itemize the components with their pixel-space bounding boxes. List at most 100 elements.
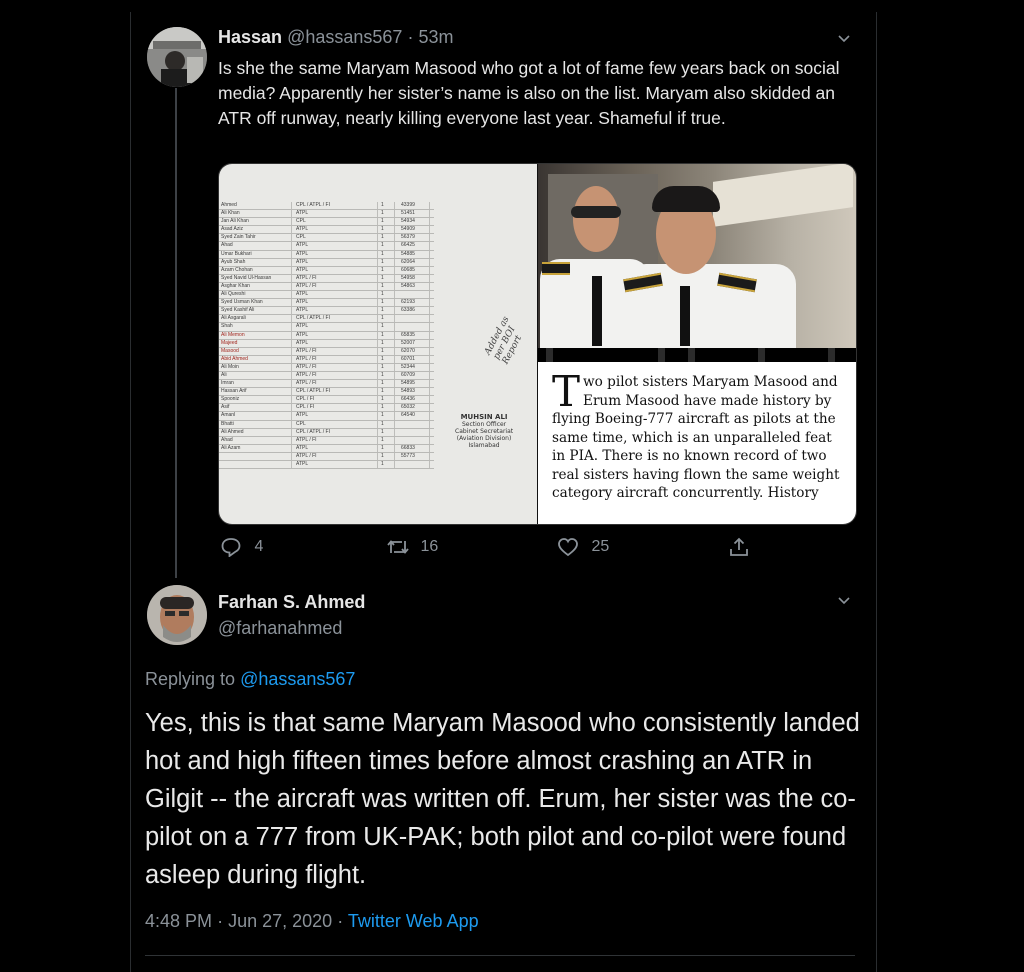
share-icon[interactable] xyxy=(728,537,750,557)
reply-icon[interactable] xyxy=(220,537,242,557)
document-cell: 66436 xyxy=(401,396,415,403)
tweet-media-grid[interactable]: Ahmed CPL / ATPL / FI 1 43399 Ali Khan ATPL 1 5… xyxy=(218,163,857,525)
document-image[interactable]: Ahmed CPL / ATPL / FI 1 43399 Ali Khan ATPL 1 5… xyxy=(219,164,537,524)
document-row: Majeed ATPL 1 52007 xyxy=(219,339,434,348)
clipping-top-strip xyxy=(538,348,856,362)
document-cell: 1 xyxy=(381,452,384,459)
document-column-rule xyxy=(291,291,292,299)
document-column-rule xyxy=(377,202,378,210)
document-cell: Syed Kashif Ali xyxy=(221,307,255,314)
document-row: Ali ATPL / FI 1 60709 xyxy=(219,371,434,381)
document-cell: 52344 xyxy=(401,363,415,370)
document-cell: Asad Aziz xyxy=(221,226,243,233)
like-action[interactable]: 25 xyxy=(557,537,609,557)
document-row: Ali Moin ATPL / FI 1 52344 xyxy=(219,363,434,372)
hassan-avatar[interactable] xyxy=(147,27,207,87)
document-row: Umar Bukhari ATPL 1 54885 xyxy=(219,250,434,259)
retweet-icon[interactable] xyxy=(386,537,410,557)
document-column-rule xyxy=(377,242,378,250)
document-column-rule xyxy=(377,404,378,412)
document-cell: ATPL xyxy=(296,266,309,273)
pilots-photo[interactable] xyxy=(538,164,856,349)
document-column-rule xyxy=(429,226,430,234)
retweet-action[interactable]: 16 xyxy=(386,537,438,557)
reply-author-name[interactable]: Farhan S. Ahmed xyxy=(218,592,365,613)
document-cell: Syed Usman Khan xyxy=(221,299,263,306)
document-column-rule xyxy=(394,461,395,469)
document-column-rule xyxy=(377,226,378,234)
document-column-rule xyxy=(394,266,395,274)
document-column-rule xyxy=(429,371,430,380)
document-column-rule xyxy=(429,234,430,242)
document-column-rule xyxy=(291,420,292,428)
document-cell: ATPL / FI xyxy=(296,355,317,362)
document-column-rule xyxy=(429,218,430,226)
reply-tweet-text: Yes, this is that same Maryam Masood who… xyxy=(145,709,860,889)
document-cell: ATPL xyxy=(296,331,309,338)
thread-connector-line xyxy=(175,88,177,578)
document-column-rule xyxy=(377,210,378,218)
document-column-rule xyxy=(429,339,430,347)
document-cell: 62064 xyxy=(401,258,415,265)
document-row: Ali Qureshi ATPL 1 xyxy=(219,291,434,300)
document-row: Spooniz CPL / FI 1 66436 xyxy=(219,396,434,405)
document-column-rule xyxy=(429,412,430,420)
author-name[interactable]: Hassan xyxy=(218,27,282,47)
pilot-right-tie xyxy=(680,286,690,346)
document-cell: 1 xyxy=(381,315,384,322)
document-column-rule xyxy=(377,258,378,266)
stamp-line: Section Officer xyxy=(461,421,507,428)
document-cell: 64540 xyxy=(401,412,415,419)
author-name[interactable]: Farhan S. Ahmed xyxy=(218,592,365,612)
document-column-rule xyxy=(429,258,430,266)
document-column-rule xyxy=(377,388,378,396)
tweet-date[interactable]: Jun 27, 2020 xyxy=(228,911,332,931)
document-column-rule xyxy=(429,210,430,218)
tweet-timestamp[interactable]: 4:48 PM xyxy=(145,911,212,931)
document-cell: CPL / FI xyxy=(296,404,315,411)
document-column-rule xyxy=(291,428,292,436)
chevron-down-icon[interactable] xyxy=(836,592,852,608)
document-column-rule xyxy=(429,380,430,388)
clipping-dropcap: T xyxy=(552,367,581,416)
document-column-rule xyxy=(377,347,378,355)
reply-action[interactable]: 4 xyxy=(220,537,263,557)
document-cell: Azam Chohan xyxy=(221,266,253,273)
heart-icon[interactable] xyxy=(557,537,579,557)
replying-handle-link[interactable]: @hassans567 xyxy=(240,669,355,689)
document-column-rule xyxy=(429,331,430,339)
document-cell: Ali Asgarali xyxy=(221,315,246,322)
document-cell: Ali Moin xyxy=(221,363,239,370)
document-column-rule xyxy=(394,428,395,436)
document-cell: 1 xyxy=(381,380,384,387)
reply-author-handle[interactable]: @farhanahmed xyxy=(218,618,342,639)
document-cell: Syed Navid Ul-Hassan xyxy=(221,274,272,281)
document-cell: 1 xyxy=(381,388,384,395)
document-column-rule xyxy=(429,250,430,258)
document-column-rule xyxy=(394,396,395,404)
newspaper-clipping[interactable]: Two pilot sisters Maryam Masood and Erum… xyxy=(538,348,856,524)
author-handle[interactable]: @hassans567 xyxy=(287,27,402,47)
farhan-avatar[interactable] xyxy=(147,585,207,645)
document-column-rule xyxy=(429,266,430,274)
document-cell: 60709 xyxy=(401,371,415,378)
document-column-rule xyxy=(291,266,292,274)
document-cell: 66425 xyxy=(401,242,415,249)
document-cell: 55773 xyxy=(401,452,415,459)
document-column-rule xyxy=(291,315,292,323)
tweet-source-link[interactable]: Twitter Web App xyxy=(348,911,479,931)
document-column-rule xyxy=(291,226,292,234)
document-cell: ATPL xyxy=(296,323,309,330)
chevron-down-icon[interactable] xyxy=(836,30,852,46)
document-column-rule xyxy=(394,371,395,380)
pilot-right-hair xyxy=(652,186,720,212)
document-row: Amanl ATPL 1 64540 xyxy=(219,412,434,421)
document-column-rule xyxy=(394,444,395,452)
document-column-rule xyxy=(377,355,378,363)
document-cell: Shah xyxy=(221,323,233,330)
document-column-rule xyxy=(377,412,378,420)
document-cell: Ahmed xyxy=(221,202,237,208)
tweet-time[interactable]: 53m xyxy=(418,27,453,47)
replying-to: Replying to @hassans567 xyxy=(145,669,355,690)
document-cell: Ahad xyxy=(221,242,233,249)
